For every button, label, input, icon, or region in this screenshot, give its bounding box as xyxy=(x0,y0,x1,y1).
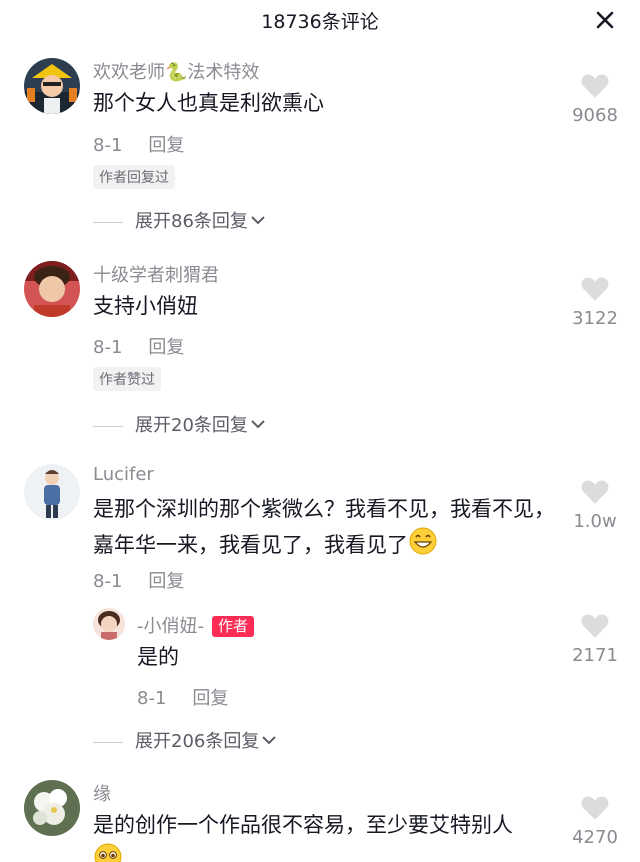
heart-icon xyxy=(581,74,609,98)
reply-meta: 8-1 回复 xyxy=(137,684,228,710)
heart-icon xyxy=(581,480,609,504)
reply-button[interactable]: 回复 xyxy=(148,135,184,156)
divider-line xyxy=(93,741,123,743)
pleading-emoji-icon xyxy=(94,843,122,862)
close-icon[interactable] xyxy=(594,9,616,31)
comment-date: 8-1 xyxy=(93,337,123,358)
author-badge: 作者 xyxy=(212,616,255,637)
like-button[interactable]: 2171 xyxy=(550,612,640,666)
comment-username[interactable]: 欢欢老师🐍法术特效 xyxy=(93,58,259,84)
comments-header: 18736条评论 xyxy=(0,0,640,40)
comment-username[interactable]: 缘 xyxy=(93,780,111,806)
author-liked-tag: 作者赞过 xyxy=(93,367,161,391)
avatar[interactable] xyxy=(24,464,80,520)
reply-username-text: -小俏妞- xyxy=(137,616,204,637)
like-button[interactable]: 9068 xyxy=(550,72,640,126)
comment-item: Lucifer 是那个深圳的那个紫微么？我看不见，我看不见，嘉年华一来，我看见了… xyxy=(0,458,640,758)
reply-username[interactable]: -小俏妞- 作者 xyxy=(137,612,255,638)
comment-item: 缘 是的创作一个作品很不容易，至少要艾特别人 4270 xyxy=(0,774,640,862)
comment-item: 十级学者刺猬君 支持小俏妞 8-1 回复 作者赞过 展开20条回复 3122 xyxy=(0,255,640,445)
expand-replies-label: 展开20条回复 xyxy=(135,415,248,436)
expand-replies-button[interactable]: 展开206条回复 xyxy=(93,727,277,753)
like-count: 2171 xyxy=(572,645,618,666)
comment-username[interactable]: 十级学者刺猬君 xyxy=(93,261,219,287)
like-count: 3122 xyxy=(572,308,618,329)
avatar-image xyxy=(93,608,125,640)
comment-text[interactable]: 是那个深圳的那个紫微么？我看不见，我看不见，嘉年华一来，我看见了，我看见了 xyxy=(93,492,565,562)
reply-button[interactable]: 回复 xyxy=(148,571,184,592)
avatar-image xyxy=(24,780,80,836)
avatar-image xyxy=(24,464,80,520)
comment-date: 8-1 xyxy=(93,135,123,156)
chevron-down-icon xyxy=(251,216,265,225)
comment-text-content: 是的创作一个作品很不容易，至少要艾特别人 xyxy=(93,813,513,837)
comment-text[interactable]: 那个女人也真是利欲熏心 xyxy=(93,86,553,120)
comment-date: 8-1 xyxy=(93,571,123,592)
avatar-image xyxy=(24,58,80,114)
divider-line xyxy=(93,425,123,427)
like-count: 4270 xyxy=(572,827,618,848)
heart-icon xyxy=(581,614,609,638)
expand-replies-button[interactable]: 展开20条回复 xyxy=(93,411,266,437)
expand-replies-button[interactable]: 展开86条回复 xyxy=(93,207,266,233)
comment-text[interactable]: 支持小俏妞 xyxy=(93,289,553,323)
heart-icon xyxy=(581,277,609,301)
like-button[interactable]: 3122 xyxy=(550,275,640,329)
like-button[interactable]: 4270 xyxy=(550,794,640,848)
comment-count-title: 18736条评论 xyxy=(261,11,379,33)
reply-button[interactable]: 回复 xyxy=(148,337,184,358)
comment-username[interactable]: Lucifer xyxy=(93,464,154,485)
avatar[interactable] xyxy=(24,780,80,836)
chevron-down-icon xyxy=(262,736,277,745)
divider-line xyxy=(93,221,123,223)
reply-avatar[interactable] xyxy=(93,608,125,640)
comment-text[interactable]: 是的创作一个作品很不容易，至少要艾特别人 xyxy=(93,808,565,862)
comment-text-content: 是那个深圳的那个紫微么？我看不见，我看不见，嘉年华一来，我看见了，我看见了 xyxy=(93,497,555,557)
reply-date: 8-1 xyxy=(137,688,167,709)
expand-replies-label: 展开86条回复 xyxy=(135,211,248,232)
comment-meta: 8-1 回复 xyxy=(93,131,184,157)
like-count: 9068 xyxy=(572,105,618,126)
comment-item: 欢欢老师🐍法术特效 那个女人也真是利欲熏心 8-1 回复 作者回复过 展开86条回… xyxy=(0,52,640,242)
comment-meta: 8-1 回复 xyxy=(93,567,184,593)
author-replied-tag: 作者回复过 xyxy=(93,165,175,189)
avatar[interactable] xyxy=(24,58,80,114)
reply-button[interactable]: 回复 xyxy=(192,688,228,709)
avatar[interactable] xyxy=(24,261,80,317)
chevron-down-icon xyxy=(251,420,265,429)
heart-icon xyxy=(581,796,609,820)
comment-meta: 8-1 回复 xyxy=(93,333,184,359)
like-button[interactable]: 1.0w xyxy=(550,478,640,532)
grin-emoji-icon xyxy=(409,527,437,555)
reply-text[interactable]: 是的 xyxy=(137,640,537,674)
like-count: 1.0w xyxy=(573,511,617,532)
expand-replies-label: 展开206条回复 xyxy=(135,731,260,752)
avatar-image xyxy=(24,261,80,317)
